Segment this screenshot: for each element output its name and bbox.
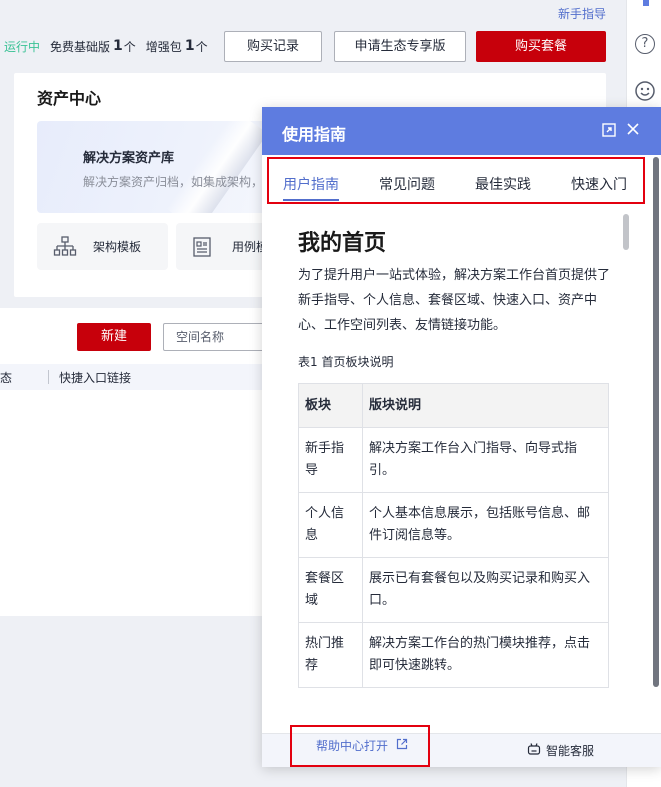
table-cell-description: 解决方案工作台入门指导、向导式指引。 bbox=[362, 427, 609, 493]
expand-icon[interactable] bbox=[602, 123, 616, 137]
use-case-template-tile[interactable]: 用例模 bbox=[176, 223, 276, 270]
table-cell-block: 新手指导 bbox=[298, 427, 363, 493]
table-cell-block: 热门推荐 bbox=[298, 622, 363, 688]
table-cell-description: 解决方案工作台的热门模块推荐，点击即可快速跳转。 bbox=[362, 622, 609, 688]
basic-edition-count: 1 bbox=[113, 38, 123, 54]
basic-edition-label: 免费基础版 bbox=[50, 39, 111, 54]
banner-description: 解决方案资产归档，如集成架构， bbox=[83, 175, 264, 189]
guide-tabs: 用户指南 常见问题 最佳实践 快速入门 bbox=[267, 157, 645, 204]
column-divider bbox=[48, 370, 49, 384]
architecture-template-tile[interactable]: 架构模板 bbox=[37, 223, 168, 270]
doc-intro: 为了提升用户一站式体验，解决方案工作台首页提供了新手指导、个人信息、套餐区域、快… bbox=[298, 268, 611, 333]
table-cell-block: 个人信息 bbox=[298, 492, 363, 558]
table-header-description: 版块说明 bbox=[362, 383, 609, 428]
addon-label: 增强包 bbox=[145, 39, 182, 54]
table-row: 热门推荐 解决方案工作台的热门模块推荐，点击即可快速跳转。 bbox=[298, 622, 609, 688]
solution-asset-library-banner[interactable]: 解决方案资产库 解决方案资产归档，如集成架构， bbox=[37, 121, 277, 213]
use-case-icon bbox=[193, 237, 211, 257]
new-workspace-button[interactable]: 新建 bbox=[77, 323, 151, 351]
table-header-block: 板块 bbox=[298, 383, 363, 428]
help-center-link[interactable]: 帮助中心打开 bbox=[290, 725, 430, 767]
user-guide-panel: 使用指南 用户指南 常见问题 最佳实践 快速入门 我的首页 为了提升用户一站式体… bbox=[262, 107, 661, 767]
table-row: 套餐区域 展示已有套餐包以及购买记录和购买入口。 bbox=[298, 557, 609, 623]
table-cell-block: 套餐区域 bbox=[298, 557, 363, 623]
apply-eco-edition-button[interactable]: 申请生态专享版 bbox=[334, 31, 466, 62]
buy-package-button[interactable]: 购买套餐 bbox=[476, 31, 606, 62]
panel-scrollbar-thumb[interactable] bbox=[653, 157, 659, 687]
tab-user-guide[interactable]: 用户指南 bbox=[283, 174, 339, 194]
banner-decoration bbox=[166, 121, 268, 213]
table-cell-description: 个人基本信息展示，包括账号信息、邮件订阅信息等。 bbox=[362, 492, 609, 558]
table-caption: 表1 首页板块说明 bbox=[298, 355, 394, 369]
purchase-records-button[interactable]: 购买记录 bbox=[224, 31, 322, 62]
external-link-icon bbox=[396, 738, 408, 750]
smart-service-label[interactable]: 智能客服 bbox=[546, 742, 594, 759]
homepage-blocks-table: 板块 版块说明 新手指导 解决方案工作台入门指导、向导式指引。 个人信息 个人基… bbox=[298, 383, 609, 688]
guide-footer: 帮助中心打开 智能客服 bbox=[262, 725, 661, 767]
help-icon[interactable]: ? bbox=[635, 34, 655, 54]
banner-title: 解决方案资产库 bbox=[83, 151, 175, 166]
tab-quick-start[interactable]: 快速入门 bbox=[571, 174, 627, 194]
basic-edition-unit: 个 bbox=[123, 39, 136, 54]
close-icon[interactable] bbox=[626, 122, 640, 136]
column-quick-link-header: 快捷入口链接 bbox=[59, 371, 132, 385]
doc-title: 我的首页 bbox=[298, 231, 387, 256]
architecture-template-label: 架构模板 bbox=[93, 240, 142, 254]
column-status-header: 态 bbox=[0, 371, 13, 385]
table-row: 新手指导 解决方案工作台入门指导、向导式指引。 bbox=[298, 427, 609, 493]
guide-title: 使用指南 bbox=[282, 125, 347, 144]
addon-unit: 个 bbox=[195, 39, 208, 54]
robot-icon[interactable] bbox=[527, 742, 541, 756]
app-logo-icon bbox=[643, 0, 649, 6]
panel-scrollbar[interactable] bbox=[653, 157, 659, 687]
asset-center-title: 资产中心 bbox=[37, 89, 102, 108]
help-center-label[interactable]: 帮助中心打开 bbox=[316, 737, 388, 754]
tab-faq[interactable]: 常见问题 bbox=[379, 174, 435, 194]
table-cell-description: 展示已有套餐包以及购买记录和购买入口。 bbox=[362, 557, 609, 623]
table-header-row: 板块 版块说明 bbox=[298, 383, 609, 428]
tab-best-practices[interactable]: 最佳实践 bbox=[475, 174, 531, 194]
content-scrollbar-thumb[interactable] bbox=[623, 214, 629, 250]
architecture-icon bbox=[53, 236, 77, 256]
active-tab-indicator bbox=[283, 199, 339, 201]
workspace-name-search-input[interactable]: 空间名称 bbox=[163, 323, 273, 351]
guide-header: 使用指南 bbox=[262, 107, 661, 155]
table-row: 个人信息 个人基本信息展示，包括账号信息、邮件订阅信息等。 bbox=[298, 492, 609, 558]
beginner-guide-link[interactable]: 新手指导 bbox=[558, 5, 606, 22]
addon-count: 1 bbox=[184, 38, 195, 54]
package-status: 运行中 免费基础版 1 个 增强包 1 个 bbox=[0, 33, 208, 59]
status-running: 运行中 bbox=[4, 39, 41, 54]
feedback-smile-icon[interactable] bbox=[635, 81, 655, 101]
